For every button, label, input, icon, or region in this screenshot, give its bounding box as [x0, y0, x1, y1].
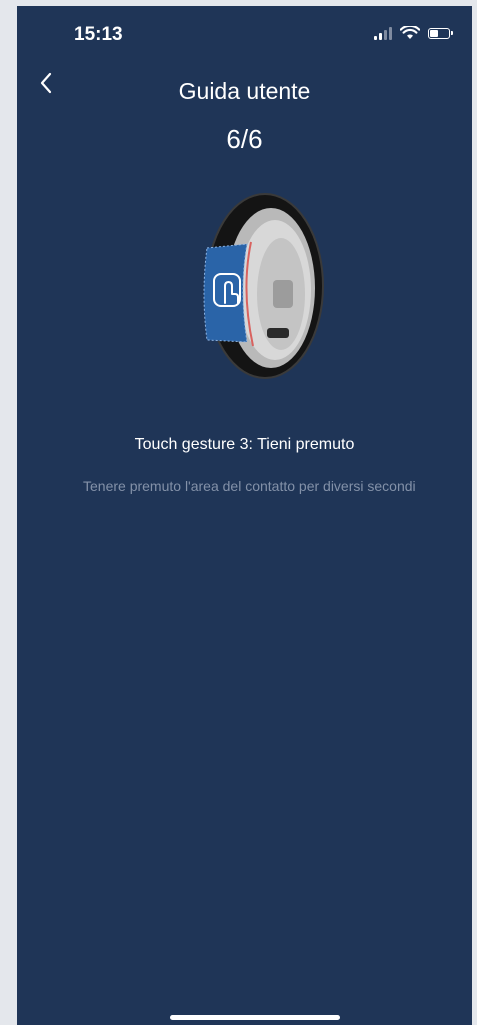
battery-icon — [428, 27, 454, 39]
page-title: Guida utente — [178, 78, 311, 104]
step-counter: 6/6 — [226, 124, 263, 154]
status-time: 15:13 — [74, 24, 123, 45]
wifi-icon — [400, 26, 420, 39]
cellular-signal-icon — [374, 26, 392, 40]
battery-level-fill — [430, 29, 439, 37]
gesture-description: Tenere premuto l'area del contatto per d… — [83, 478, 416, 494]
gesture-title: Touch gesture 3: Tieni premuto — [134, 436, 355, 453]
home-indicator[interactable] — [170, 1015, 340, 1020]
status-bar: 15:13 — [17, 6, 472, 62]
app-screen: 15:13 Guida utente 6/6 Touch gesture 3: … — [17, 6, 472, 1025]
status-icons — [374, 26, 454, 40]
ring-illustration — [203, 193, 324, 379]
